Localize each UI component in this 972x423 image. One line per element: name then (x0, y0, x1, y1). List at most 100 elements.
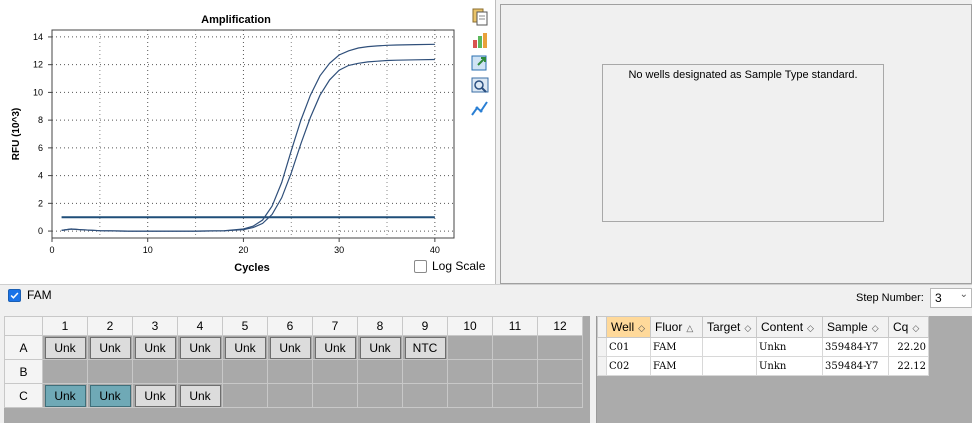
plate-well[interactable] (447, 335, 493, 360)
results-header-target[interactable]: Target ◇ (702, 316, 757, 338)
line-chart-icon[interactable] (470, 99, 490, 119)
plate-well[interactable] (357, 383, 403, 408)
well-button[interactable]: Unk (224, 337, 266, 359)
plate-column-header[interactable]: 11 (492, 316, 538, 336)
well-button[interactable]: Unk (359, 337, 401, 359)
plate-well[interactable]: Unk (132, 383, 178, 408)
header-label: Cq (893, 320, 909, 334)
plate-well[interactable]: Unk (42, 335, 88, 360)
plate-row: A Unk Unk Unk Unk Unk Unk Unk Unk NTC (4, 335, 583, 360)
results-header-sample[interactable]: Sample ◇ (822, 316, 889, 338)
fam-checkbox[interactable] (8, 289, 21, 302)
copy-icon[interactable] (470, 7, 490, 27)
plate-well[interactable] (132, 359, 178, 384)
well-button[interactable]: Unk (44, 337, 86, 359)
plate-column-header[interactable]: 10 (447, 316, 493, 336)
plate-well[interactable]: Unk (87, 335, 133, 360)
plate-well[interactable] (447, 359, 493, 384)
plate-well[interactable] (312, 383, 358, 408)
plate-well[interactable] (537, 335, 583, 360)
plate-well[interactable] (492, 359, 538, 384)
well-button[interactable]: Unk (89, 385, 131, 407)
well-button[interactable]: Unk (314, 337, 356, 359)
step-number-select[interactable]: 3 ⌄ (930, 288, 972, 308)
well-button[interactable]: NTC (404, 337, 446, 359)
results-header-cq[interactable]: Cq ◇ (888, 316, 929, 338)
plate-well[interactable]: Unk (357, 335, 403, 360)
plate-row-header[interactable]: B (4, 359, 43, 384)
plate-well[interactable] (537, 359, 583, 384)
well-button[interactable]: Unk (44, 385, 86, 407)
sort-icon[interactable]: ◇ (638, 323, 645, 333)
results-cell: 22.20 (888, 337, 929, 357)
plate-row-header[interactable]: A (4, 335, 43, 360)
plate-well[interactable] (447, 383, 493, 408)
plate-well[interactable]: Unk (177, 383, 223, 408)
results-header-fluor[interactable]: Fluor △ (650, 316, 703, 338)
plate-column-header[interactable]: 5 (222, 316, 268, 336)
well-button[interactable]: Unk (179, 385, 221, 407)
plate-column-header[interactable]: 6 (267, 316, 313, 336)
results-header-well[interactable]: Well ◇ (606, 316, 651, 338)
row-selector[interactable] (597, 356, 607, 376)
plate-well[interactable] (357, 359, 403, 384)
results-cell: 22.12 (888, 356, 929, 376)
plate-well[interactable] (267, 383, 313, 408)
plate-view: 1 2 3 4 5 6 7 8 9 10 11 12 A Unk Unk Unk Unk Unk Unk Unk Un… (4, 316, 590, 423)
plate-column-header[interactable]: 9 (402, 316, 448, 336)
plate-column-header[interactable]: 12 (537, 316, 583, 336)
log-scale-toggle[interactable]: Log Scale (414, 259, 485, 273)
well-button[interactable]: Unk (134, 385, 176, 407)
well-button[interactable]: Unk (134, 337, 176, 359)
results-cell: 359484-Y7 (822, 356, 889, 376)
plate-well[interactable]: Unk (132, 335, 178, 360)
well-button[interactable]: Unk (179, 337, 221, 359)
sort-icon[interactable]: ◇ (872, 323, 879, 333)
zoom-icon[interactable] (470, 76, 490, 96)
plate-well[interactable] (312, 359, 358, 384)
results-header-content[interactable]: Content ◇ (756, 316, 823, 338)
plate-column-header[interactable]: 1 (42, 316, 88, 336)
plate-well[interactable] (492, 335, 538, 360)
plate-column-header[interactable]: 3 (132, 316, 178, 336)
plate-well[interactable] (492, 383, 538, 408)
plate-well[interactable] (402, 359, 448, 384)
sort-icon[interactable]: ◇ (912, 323, 919, 333)
plate-well[interactable]: Unk (267, 335, 313, 360)
y-tick-label: 14 (33, 32, 43, 42)
row-selector[interactable] (597, 337, 607, 357)
plate-well[interactable] (42, 359, 88, 384)
plate-well[interactable] (222, 383, 268, 408)
log-scale-checkbox[interactable] (414, 259, 427, 273)
header-label: Sample (827, 320, 868, 334)
plate-well[interactable] (537, 383, 583, 408)
header-label: Well (611, 320, 635, 334)
plate-well[interactable]: Unk (87, 383, 133, 408)
plate-well[interactable]: Unk (42, 383, 88, 408)
export-chart-icon[interactable] (470, 30, 490, 50)
sort-icon[interactable]: △ (686, 323, 693, 333)
results-table-panel: Well ◇ Fluor △ Target ◇ Content ◇ Sample ◇ Cq ◇ C01… (596, 316, 972, 423)
plate-column-header[interactable]: 8 (357, 316, 403, 336)
plate-well[interactable] (402, 383, 448, 408)
plate-well[interactable]: NTC (402, 335, 448, 360)
plate-well[interactable] (222, 359, 268, 384)
plate-well[interactable] (87, 359, 133, 384)
sort-icon[interactable]: ◇ (807, 323, 814, 333)
plate-well[interactable]: Unk (222, 335, 268, 360)
plate-column-header[interactable]: 7 (312, 316, 358, 336)
plate-corner[interactable] (4, 316, 43, 336)
well-button[interactable]: Unk (269, 337, 311, 359)
results-row[interactable]: C02 FAM Unkn 359484-Y7 22.12 (597, 356, 929, 376)
plate-column-header[interactable]: 2 (87, 316, 133, 336)
plate-well[interactable]: Unk (177, 335, 223, 360)
plate-row-header[interactable]: C (4, 383, 43, 408)
plate-column-header[interactable]: 4 (177, 316, 223, 336)
well-button[interactable]: Unk (89, 337, 131, 359)
plate-well[interactable] (177, 359, 223, 384)
results-row[interactable]: C01 FAM Unkn 359484-Y7 22.20 (597, 337, 929, 357)
sort-icon[interactable]: ◇ (744, 323, 751, 333)
export-data-icon[interactable] (470, 53, 490, 73)
plate-well[interactable] (267, 359, 313, 384)
plate-well[interactable]: Unk (312, 335, 358, 360)
